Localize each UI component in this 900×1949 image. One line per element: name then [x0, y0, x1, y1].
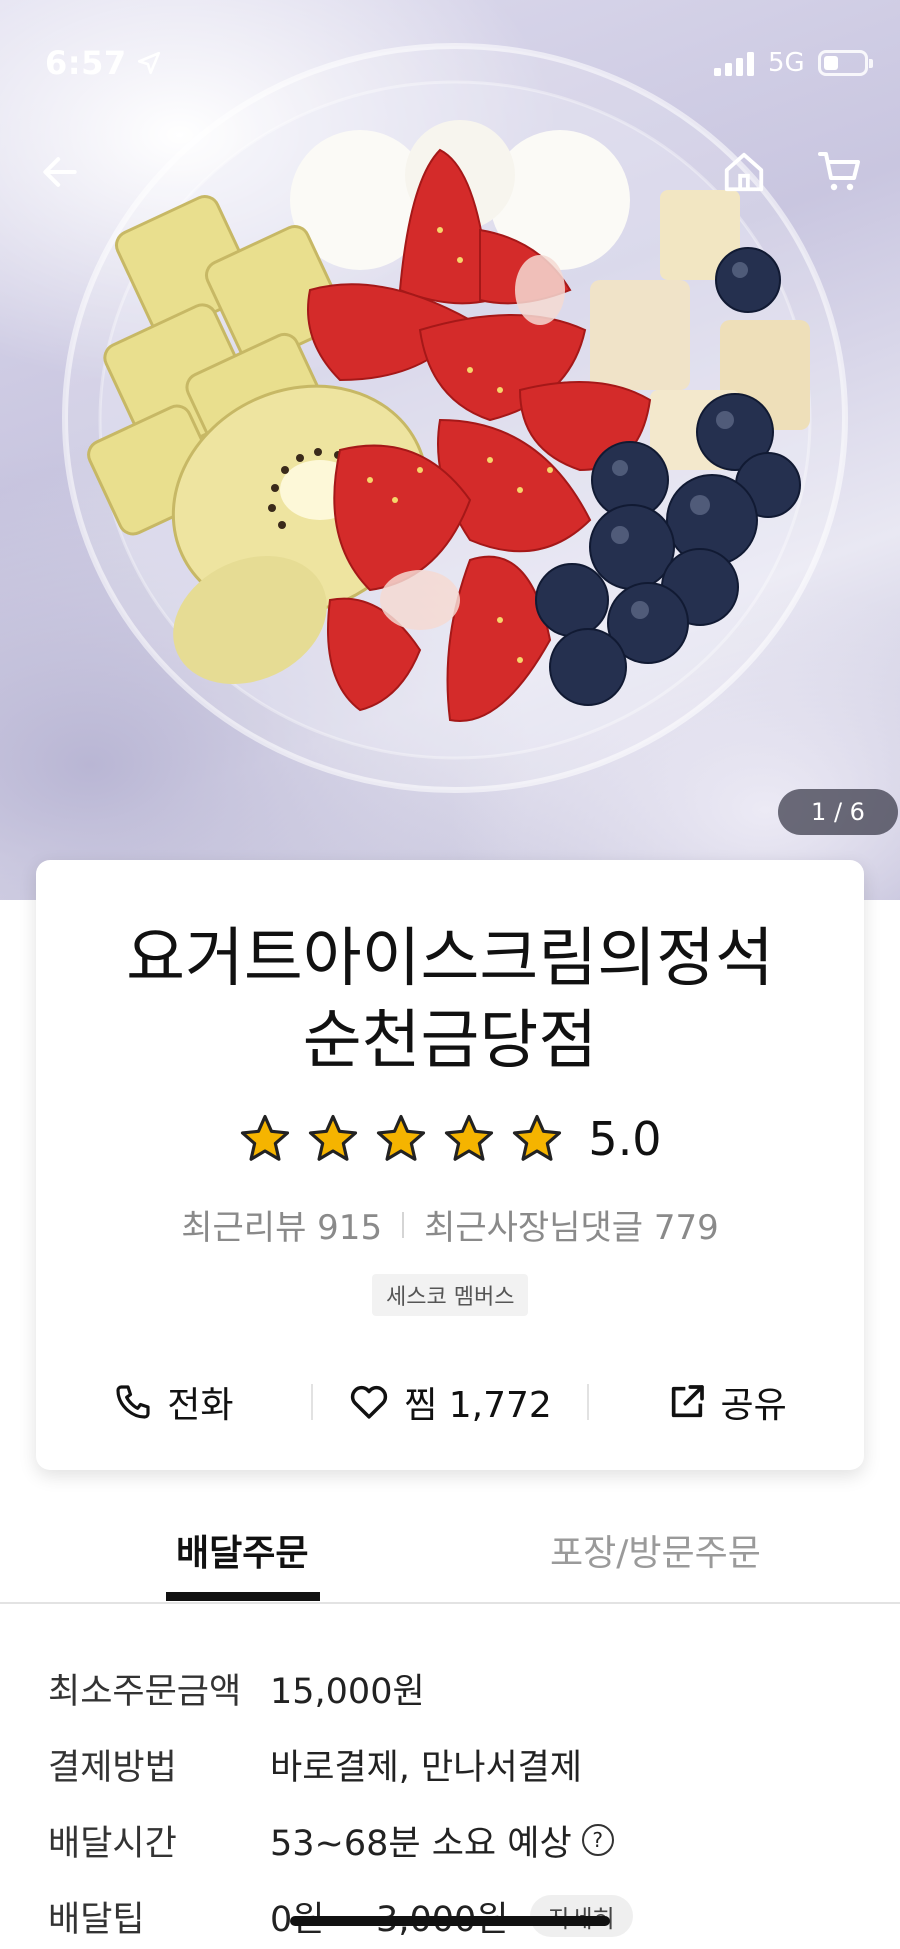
store-name-line2: 순천금당점	[302, 1004, 598, 1078]
help-icon[interactable]: ?	[581, 1824, 614, 1856]
store-actions: 전화 찜 1,772 공유	[36, 1372, 864, 1432]
active-tab-indicator	[166, 1592, 320, 1601]
store-info-card: 요거트아이스크림의정석 순천금당점 5.0 최근리뷰 915 최근사장님댓글 7…	[36, 860, 864, 1470]
min-order-row: 최소주문금액 15,000원	[48, 1650, 868, 1726]
recent-owner-replies[interactable]: 최근사장님댓글 779	[424, 1200, 719, 1249]
min-order-value: 15,000원	[270, 1671, 425, 1712]
cart-button[interactable]	[808, 140, 872, 204]
tab-delivery[interactable]: 배달주문	[176, 1524, 308, 1576]
location-arrow-icon	[137, 51, 161, 75]
divider	[402, 1211, 405, 1238]
payment-value: 바로결제, 만나서결제	[270, 1747, 583, 1788]
star-icon	[241, 1114, 290, 1161]
share-button[interactable]: 공유	[589, 1376, 864, 1428]
star-icon	[513, 1114, 562, 1161]
share-icon	[671, 1385, 704, 1418]
star-icon	[377, 1114, 426, 1161]
delivery-time-label: 배달시간	[48, 1823, 177, 1864]
rating-row[interactable]: 5.0	[36, 1112, 864, 1166]
store-hero-image[interactable]: 6:57 5G 1 / 6	[0, 0, 900, 900]
fruit-bowl-photo	[62, 43, 848, 793]
call-button[interactable]: 전화	[36, 1376, 311, 1428]
status-bar: 6:57 5G	[0, 0, 900, 130]
heart-icon	[351, 1385, 388, 1419]
call-label: 전화	[167, 1385, 234, 1426]
signal-icon	[714, 52, 754, 76]
min-order-label: 최소주문금액	[48, 1671, 242, 1712]
favorite-button[interactable]: 찜 1,772	[313, 1376, 588, 1428]
review-stats[interactable]: 최근리뷰 915 최근사장님댓글 779	[36, 1200, 864, 1249]
order-type-tabs: 배달주문 포장/방문주문	[0, 1500, 900, 1604]
delivery-tip-label: 배달팁	[48, 1899, 145, 1940]
home-button[interactable]	[712, 140, 776, 204]
payment-row: 결제방법 바로결제, 만나서결제	[48, 1726, 868, 1802]
home-icon	[724, 152, 764, 192]
star-icon	[445, 1114, 494, 1161]
delivery-tip-row: 배달팁 0원 ~ 3,000원 자세히	[48, 1878, 868, 1949]
status-time: 6:57	[45, 44, 127, 82]
image-counter: 1 / 6	[778, 789, 898, 835]
store-name-line1: 요거트아이스크림의정석	[126, 922, 774, 996]
phone-icon	[116, 1385, 150, 1419]
star-icon	[309, 1114, 358, 1161]
delivery-time-value-wrap: 53~68분 소요 예상 ?	[270, 1815, 614, 1866]
store-name: 요거트아이스크림의정석 순천금당점	[36, 918, 864, 1082]
delivery-time-row: 배달시간 53~68분 소요 예상 ?	[48, 1802, 868, 1878]
delivery-details: 최소주문금액 15,000원 결제방법 바로결제, 만나서결제 배달시간 53~…	[48, 1650, 868, 1949]
delivery-time-value: 53~68분 소요 예상	[270, 1823, 572, 1864]
rating-score: 5.0	[588, 1112, 662, 1166]
share-label: 공유	[720, 1385, 787, 1426]
home-indicator[interactable]	[290, 1916, 610, 1926]
battery-icon	[818, 50, 873, 76]
payment-label: 결제방법	[48, 1747, 177, 1788]
recent-reviews[interactable]: 최근리뷰 915	[181, 1200, 382, 1249]
arrow-left-icon	[43, 157, 77, 187]
network-type: 5G	[768, 48, 805, 78]
cart-icon	[818, 152, 860, 191]
favorite-label: 찜 1,772	[404, 1385, 552, 1426]
cesco-badge: 세스코 멤버스	[372, 1274, 529, 1316]
tab-takeout[interactable]: 포장/방문주문	[550, 1524, 761, 1576]
back-button[interactable]	[28, 140, 92, 204]
